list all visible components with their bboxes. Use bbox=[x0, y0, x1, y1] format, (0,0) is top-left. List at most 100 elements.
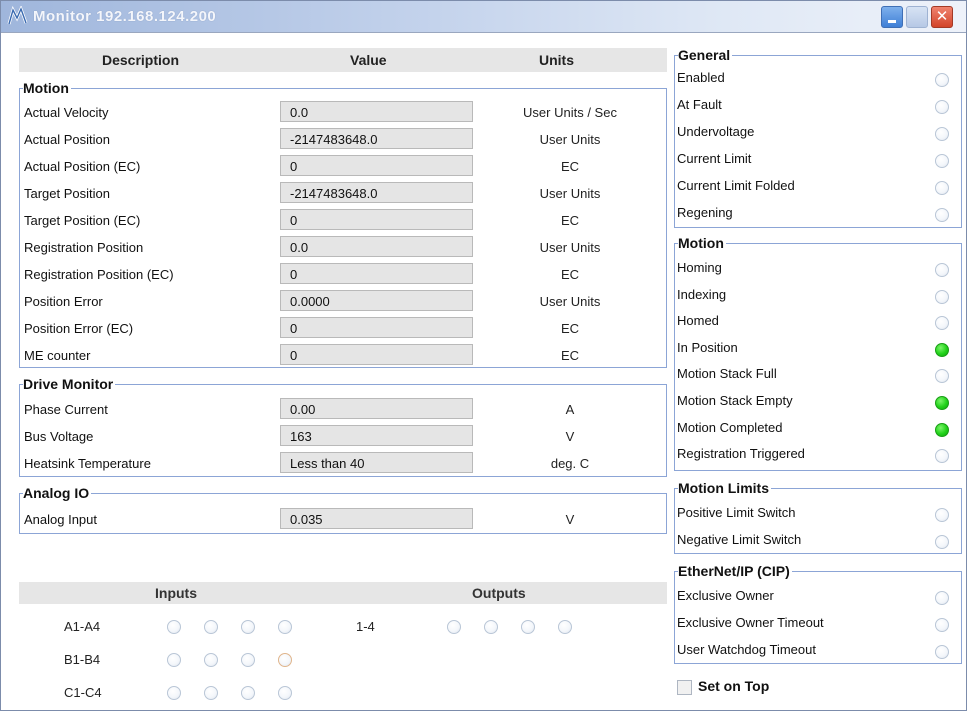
value-row: Position Error 0.0000 User Units bbox=[20, 289, 666, 313]
general-status-group: General Enabled At Fault Undervoltage Curre… bbox=[674, 47, 962, 228]
row-label: Registration Position bbox=[24, 240, 144, 255]
units-header: Units bbox=[539, 52, 574, 68]
input-indicator-icon bbox=[241, 653, 255, 667]
value-row: Bus Voltage 163 V bbox=[20, 424, 666, 448]
unit-label: EC bbox=[560, 321, 580, 336]
analog-io-group: Analog IO Analog Input 0.035 V bbox=[19, 485, 667, 534]
input-indicator-icon bbox=[241, 686, 255, 700]
input-indicator-icon bbox=[204, 620, 218, 634]
checkbox-box[interactable] bbox=[677, 680, 692, 695]
unit-label: V bbox=[565, 429, 575, 444]
input-indicator-icon bbox=[278, 620, 292, 634]
status-indicator-icon bbox=[935, 422, 949, 437]
status-row: Registration Triggered bbox=[675, 442, 961, 468]
close-button[interactable]: ✕ bbox=[931, 6, 953, 28]
status-indicator-icon bbox=[935, 508, 949, 522]
status-row: Undervoltage bbox=[675, 120, 961, 146]
value-field: Less than 40 bbox=[280, 452, 473, 473]
value-row: Target Position (EC) 0 EC bbox=[20, 208, 666, 232]
row-label: Target Position bbox=[24, 186, 110, 201]
drive-monitor-group: Drive Monitor Phase Current 0.00 A Bus Vol… bbox=[19, 376, 667, 477]
minimize-button[interactable] bbox=[881, 6, 903, 28]
input-indicator-icon bbox=[167, 686, 181, 700]
row-label: Target Position (EC) bbox=[24, 213, 141, 228]
row-label: Analog Input bbox=[24, 512, 98, 527]
status-row: Indexing bbox=[675, 283, 961, 309]
value-field: 0 bbox=[280, 209, 473, 230]
status-indicator-icon bbox=[935, 535, 949, 549]
value-row: Actual Position -2147483648.0 User Units bbox=[20, 127, 666, 151]
status-indicator-icon bbox=[935, 369, 949, 384]
status-indicator-icon bbox=[935, 316, 949, 331]
status-row: User Watchdog Timeout bbox=[675, 638, 961, 664]
status-row: Enabled bbox=[675, 66, 961, 92]
value-row: Analog Input 0.035 V bbox=[20, 507, 666, 531]
status-indicator-icon bbox=[935, 645, 949, 659]
value-field: 0 bbox=[280, 317, 473, 338]
input-group-label: B1-B4 bbox=[64, 652, 101, 667]
value-field: 0.00 bbox=[280, 398, 473, 419]
row-label: Actual Velocity bbox=[24, 105, 109, 120]
description-header: Description bbox=[102, 52, 180, 68]
status-indicator-icon bbox=[935, 591, 949, 605]
input-indicator-icon bbox=[241, 620, 255, 634]
row-label: ME counter bbox=[24, 348, 91, 363]
status-label: Positive Limit Switch bbox=[677, 505, 796, 520]
unit-label: EC bbox=[560, 348, 580, 363]
status-label: Homing bbox=[677, 260, 722, 275]
status-row: Motion Completed bbox=[675, 416, 961, 442]
outputs-header: Outputs bbox=[472, 585, 526, 601]
value-row: Heatsink Temperature Less than 40 deg. C bbox=[20, 451, 666, 475]
unit-label: A bbox=[565, 402, 575, 417]
unit-label: EC bbox=[560, 159, 580, 174]
status-indicator-icon bbox=[935, 618, 949, 632]
value-row: ME counter 0 EC bbox=[20, 343, 666, 367]
value-field: -2147483648.0 bbox=[280, 182, 473, 203]
status-row: Exclusive Owner bbox=[675, 584, 961, 610]
input-indicator-icon bbox=[167, 620, 181, 634]
value-field: 0.0000 bbox=[280, 290, 473, 311]
status-label: Enabled bbox=[677, 70, 725, 85]
status-indicator-icon bbox=[935, 342, 949, 357]
input-indicator-icon bbox=[278, 653, 292, 667]
group-title: Drive Monitor bbox=[23, 376, 116, 392]
status-label: Current Limit bbox=[677, 151, 752, 166]
ethernet-ip-group: EtherNet/IP (CIP) Exclusive Owner Exclusi… bbox=[674, 563, 962, 664]
unit-label: User Units bbox=[539, 240, 601, 255]
group-title: EtherNet/IP (CIP) bbox=[678, 563, 792, 579]
input-group-label: A1-A4 bbox=[64, 619, 101, 634]
input-indicator-icon bbox=[167, 653, 181, 667]
motion-limits-group: Motion Limits Positive Limit Switch Negat… bbox=[674, 480, 962, 554]
value-row: Actual Position (EC) 0 EC bbox=[20, 154, 666, 178]
status-label: Undervoltage bbox=[677, 124, 755, 139]
status-row: Exclusive Owner Timeout bbox=[675, 611, 961, 637]
row-label: Registration Position (EC) bbox=[24, 267, 174, 282]
title-bar[interactable]: Monitor 192.168.124.200 ✕ bbox=[1, 1, 966, 33]
status-indicator-icon bbox=[935, 208, 949, 222]
io-header: Inputs Outputs bbox=[19, 582, 667, 604]
row-label: Bus Voltage bbox=[24, 429, 94, 444]
input-group-label: C1-C4 bbox=[64, 685, 102, 700]
output-indicator-icon bbox=[447, 620, 461, 634]
status-indicator-icon bbox=[935, 127, 949, 141]
row-label: Phase Current bbox=[24, 402, 108, 417]
group-title: General bbox=[678, 47, 733, 63]
set-on-top-label: Set on Top bbox=[698, 678, 770, 694]
row-label: Heatsink Temperature bbox=[24, 456, 151, 471]
status-row: In Position bbox=[675, 336, 961, 362]
status-row: Motion Stack Full bbox=[675, 362, 961, 388]
status-label: Registration Triggered bbox=[677, 446, 805, 462]
status-label: Current Limit Folded bbox=[677, 178, 795, 193]
value-field: 0 bbox=[280, 155, 473, 176]
status-row: Motion Stack Empty bbox=[675, 389, 961, 415]
input-indicator-icon bbox=[204, 686, 218, 700]
status-label: Exclusive Owner bbox=[677, 588, 774, 603]
value-row: Registration Position 0.0 User Units bbox=[20, 235, 666, 259]
row-label: Position Error (EC) bbox=[24, 321, 134, 336]
table-header: Description Value Units bbox=[19, 48, 667, 72]
motion-values-group: Motion Actual Velocity 0.0 User Units / Se… bbox=[19, 80, 667, 368]
maximize-button[interactable] bbox=[906, 6, 928, 28]
output-indicator-icon bbox=[558, 620, 572, 634]
group-title: Motion bbox=[23, 80, 71, 96]
status-row: Negative Limit Switch bbox=[675, 528, 961, 554]
